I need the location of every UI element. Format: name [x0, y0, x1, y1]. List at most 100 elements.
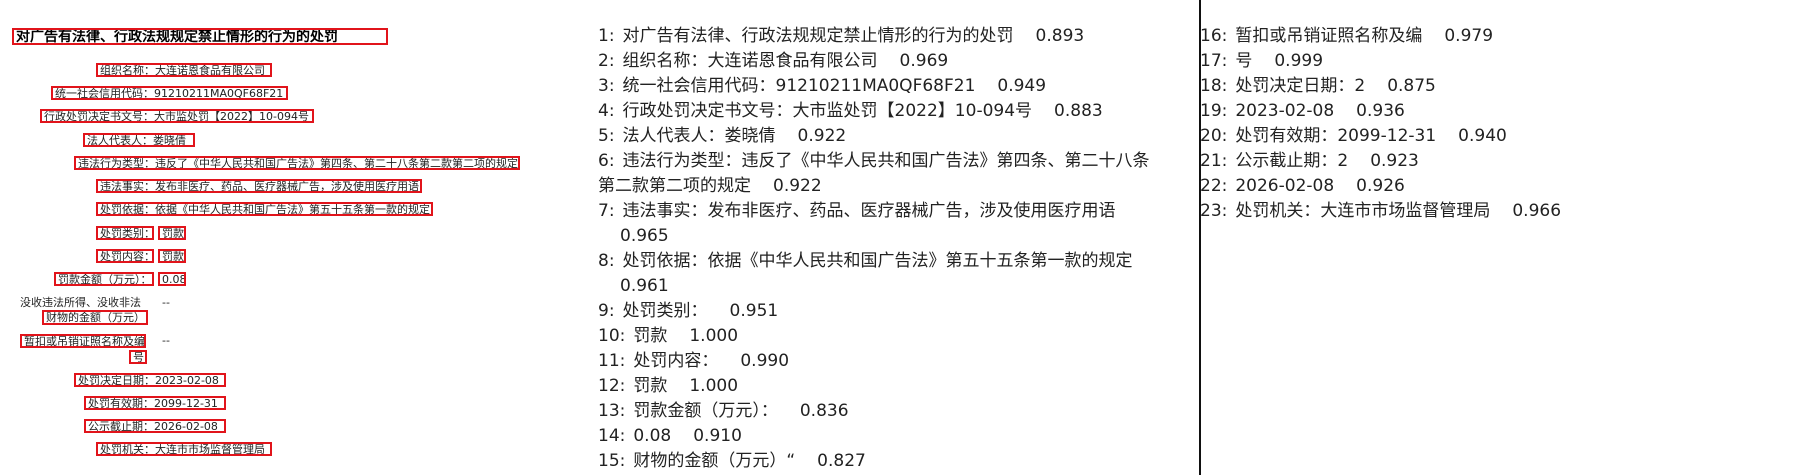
ocr-result-score: 0.922 — [797, 126, 847, 146]
ocr-result-score: 1.000 — [689, 376, 739, 396]
doc-title: 对广告有法律、行政法规规定禁止情形的行为的处罚 — [12, 28, 388, 45]
ocr-result-line: 3: 统一社会信用代码：91210211MA0QF68F21 0.949 — [598, 74, 1173, 99]
field-penalty-content-label: 处罚内容： — [96, 249, 154, 263]
detection-image-panel: 对广告有法律、行政法规规定禁止情形的行为的处罚 组织名称：大连诺恩食品有限公司 … — [0, 0, 580, 475]
ocr-result-index: 19: — [1200, 101, 1228, 121]
ocr-result-index: 12: — [598, 376, 626, 396]
ocr-result-text: 行政处罚决定书文号：大市监处罚【2022】10-094号 — [622, 101, 1033, 121]
ocr-result-index: 6: — [598, 151, 615, 171]
ocr-results-column-2: 16: 暂扣或吊销证照名称及编 0.979 17: 号 0.999 18: 处罚决定日期：2 0… — [1200, 24, 1790, 224]
ocr-result-index: 14: — [598, 426, 626, 446]
ocr-result-line: 5: 法人代表人：娄晓倩 0.922 — [598, 124, 1173, 149]
field-valid-until: 处罚有效期：2099-12-31 — [84, 396, 226, 410]
ocr-result-line: 14: 0.08 0.910 — [598, 424, 1173, 449]
field-penalty-content-value: 罚款 — [158, 249, 186, 263]
ocr-result-index: 13: — [598, 401, 626, 421]
ocr-result-text: 处罚内容： — [633, 351, 719, 371]
ocr-result-line: 20: 处罚有效期：2099-12-31 0.940 — [1200, 124, 1790, 149]
ocr-result-index: 2: — [598, 51, 615, 71]
ocr-result-text: 处罚机关：大连市市场监督管理局 — [1235, 201, 1491, 221]
ocr-result-score: 0.969 — [899, 51, 949, 71]
field-decision-date: 处罚决定日期：2023-02-08 — [74, 373, 226, 387]
ocr-result-text: 0.08 — [633, 426, 672, 446]
field-revoke-dash: -- — [162, 334, 170, 347]
ocr-result-line: 2: 组织名称：大连诺恩食品有限公司 0.969 — [598, 49, 1173, 74]
ocr-result-text: 处罚依据：依据《中华人民共和国广告法》第五十五条第一款的规定 — [622, 251, 1133, 271]
ocr-result-score: 0.951 — [729, 301, 779, 321]
ocr-result-line: 21: 公示截止期：2 0.923 — [1200, 149, 1790, 174]
ocr-result-text: 号 — [1235, 51, 1253, 71]
ocr-result-index: 5: — [598, 126, 615, 146]
ocr-result-index: 4: — [598, 101, 615, 121]
field-penalty-basis: 处罚依据：依据《中华人民共和国广告法》第五十五条第一款的规定 — [96, 202, 433, 216]
field-authority: 处罚机关：大连市市场监督管理局 — [96, 442, 272, 456]
ocr-result-line: 19: 2023-02-08 0.936 — [1200, 99, 1790, 124]
ocr-result-score: 0.875 — [1387, 76, 1436, 96]
ocr-result-score: 0.836 — [799, 401, 849, 421]
ocr-result-index: 11: — [598, 351, 626, 371]
ocr-result-line: 23: 处罚机关：大连市市场监督管理局 0.966 — [1200, 199, 1790, 224]
field-org-name: 组织名称：大连诺恩食品有限公司 — [96, 63, 272, 77]
ocr-result-text: 违法事实：发布非医疗、药品、医疗器械广告，涉及使用医疗用语 — [622, 201, 1116, 221]
ocr-result-index: 21: — [1200, 151, 1228, 171]
ocr-result-score: 0.965 — [620, 226, 669, 246]
ocr-result-line: 11: 处罚内容： 0.990 — [598, 349, 1173, 374]
ocr-result-text: 罚款 — [633, 326, 668, 346]
ocr-result-index: 23: — [1200, 201, 1228, 221]
ocr-result-score: 0.923 — [1370, 151, 1419, 171]
ocr-result-index: 16: — [1200, 26, 1228, 46]
field-fine-value: 0.08 — [158, 272, 186, 286]
ocr-result-score: 0.883 — [1054, 101, 1103, 121]
ocr-result-index: 22: — [1200, 176, 1228, 196]
ocr-result-line: 9: 处罚类别： 0.951 — [598, 299, 1173, 324]
ocr-result-score: 0.999 — [1274, 51, 1324, 71]
field-revoke-line2: 号 — [129, 350, 147, 364]
ocr-result-score: 0.990 — [740, 351, 790, 371]
field-revoke-line1: 暂扣或吊销证照名称及编 — [20, 334, 146, 348]
ocr-result-text: 处罚类别： — [622, 301, 708, 321]
field-violation-fact: 违法事实：发布非医疗、药品、医疗器械广告，涉及使用医疗用语 — [96, 179, 422, 193]
ocr-result-score: 0.893 — [1035, 26, 1085, 46]
ocr-result-score: 0.949 — [997, 76, 1047, 96]
ocr-result-index: 1: — [598, 26, 615, 46]
ocr-result-text: 2026-02-08 — [1235, 176, 1335, 196]
ocr-result-score: 0.936 — [1356, 101, 1405, 121]
ocr-result-line: 16: 暂扣或吊销证照名称及编 0.979 — [1200, 24, 1790, 49]
ocr-result-line: 12: 罚款 1.000 — [598, 374, 1173, 399]
ocr-result-index: 18: — [1200, 76, 1228, 96]
ocr-result-text: 对广告有法律、行政法规规定禁止情形的行为的处罚 — [622, 26, 1014, 46]
ocr-results-column-1: 1: 对广告有法律、行政法规规定禁止情形的行为的处罚 0.893 2: 组织名称：大连诺… — [598, 24, 1173, 474]
ocr-result-text: 罚款 — [633, 376, 668, 396]
ocr-result-line: 22: 2026-02-08 0.926 — [1200, 174, 1790, 199]
ocr-result-text: 组织名称：大连诺恩食品有限公司 — [622, 51, 878, 71]
ocr-result-line: 13: 罚款金额（万元）： 0.836 — [598, 399, 1173, 424]
field-legal-rep: 法人代表人：娄晓倩 — [83, 133, 195, 147]
field-publish-until: 公示截止期：2026-02-08 — [84, 419, 226, 433]
ocr-result-line: 10: 罚款 1.000 — [598, 324, 1173, 349]
ocr-result-index: 9: — [598, 301, 615, 321]
ocr-result-index: 3: — [598, 76, 615, 96]
ocr-result-score: 0.961 — [620, 276, 669, 296]
field-penalty-category-label: 处罚类别： — [96, 226, 154, 240]
ocr-result-score: 0.922 — [773, 176, 822, 196]
ocr-result-score: 0.926 — [1356, 176, 1405, 196]
ocr-result-score: 0.979 — [1444, 26, 1494, 46]
ocr-result-index: 7: — [598, 201, 615, 221]
ocr-result-index: 10: — [598, 326, 626, 346]
ocr-result-index: 17: — [1200, 51, 1228, 71]
field-credit-code: 统一社会信用代码：91210211MA0QF68F21 — [51, 86, 288, 100]
ocr-result-line: 8: 处罚依据：依据《中华人民共和国广告法》第五十五条第一款的规定 0.961 — [598, 249, 1158, 299]
ocr-result-text: 2023-02-08 — [1235, 101, 1335, 121]
ocr-result-text: 违法行为类型：违反了《中华人民共和国广告法》第四条、第二十八条第二款第二项的规定 — [598, 151, 1150, 196]
ocr-result-score: 0.940 — [1458, 126, 1507, 146]
ocr-result-score: 1.000 — [689, 326, 739, 346]
field-confiscation-line1: 没收违法所得、没收非法 — [20, 296, 141, 309]
field-confiscation-line2: 财物的金额（万元） — [42, 310, 148, 325]
ocr-result-text: 公示截止期：2 — [1235, 151, 1349, 171]
ocr-result-index: 8: — [598, 251, 615, 271]
ocr-result-text: 暂扣或吊销证照名称及编 — [1235, 26, 1423, 46]
ocr-result-line: 6: 违法行为类型：违反了《中华人民共和国广告法》第四条、第二十八条第二款第二项的… — [598, 149, 1158, 199]
ocr-result-score: 0.966 — [1512, 201, 1562, 221]
field-penalty-category-value: 罚款 — [158, 226, 186, 240]
ocr-result-text: 处罚有效期：2099-12-31 — [1235, 126, 1437, 146]
